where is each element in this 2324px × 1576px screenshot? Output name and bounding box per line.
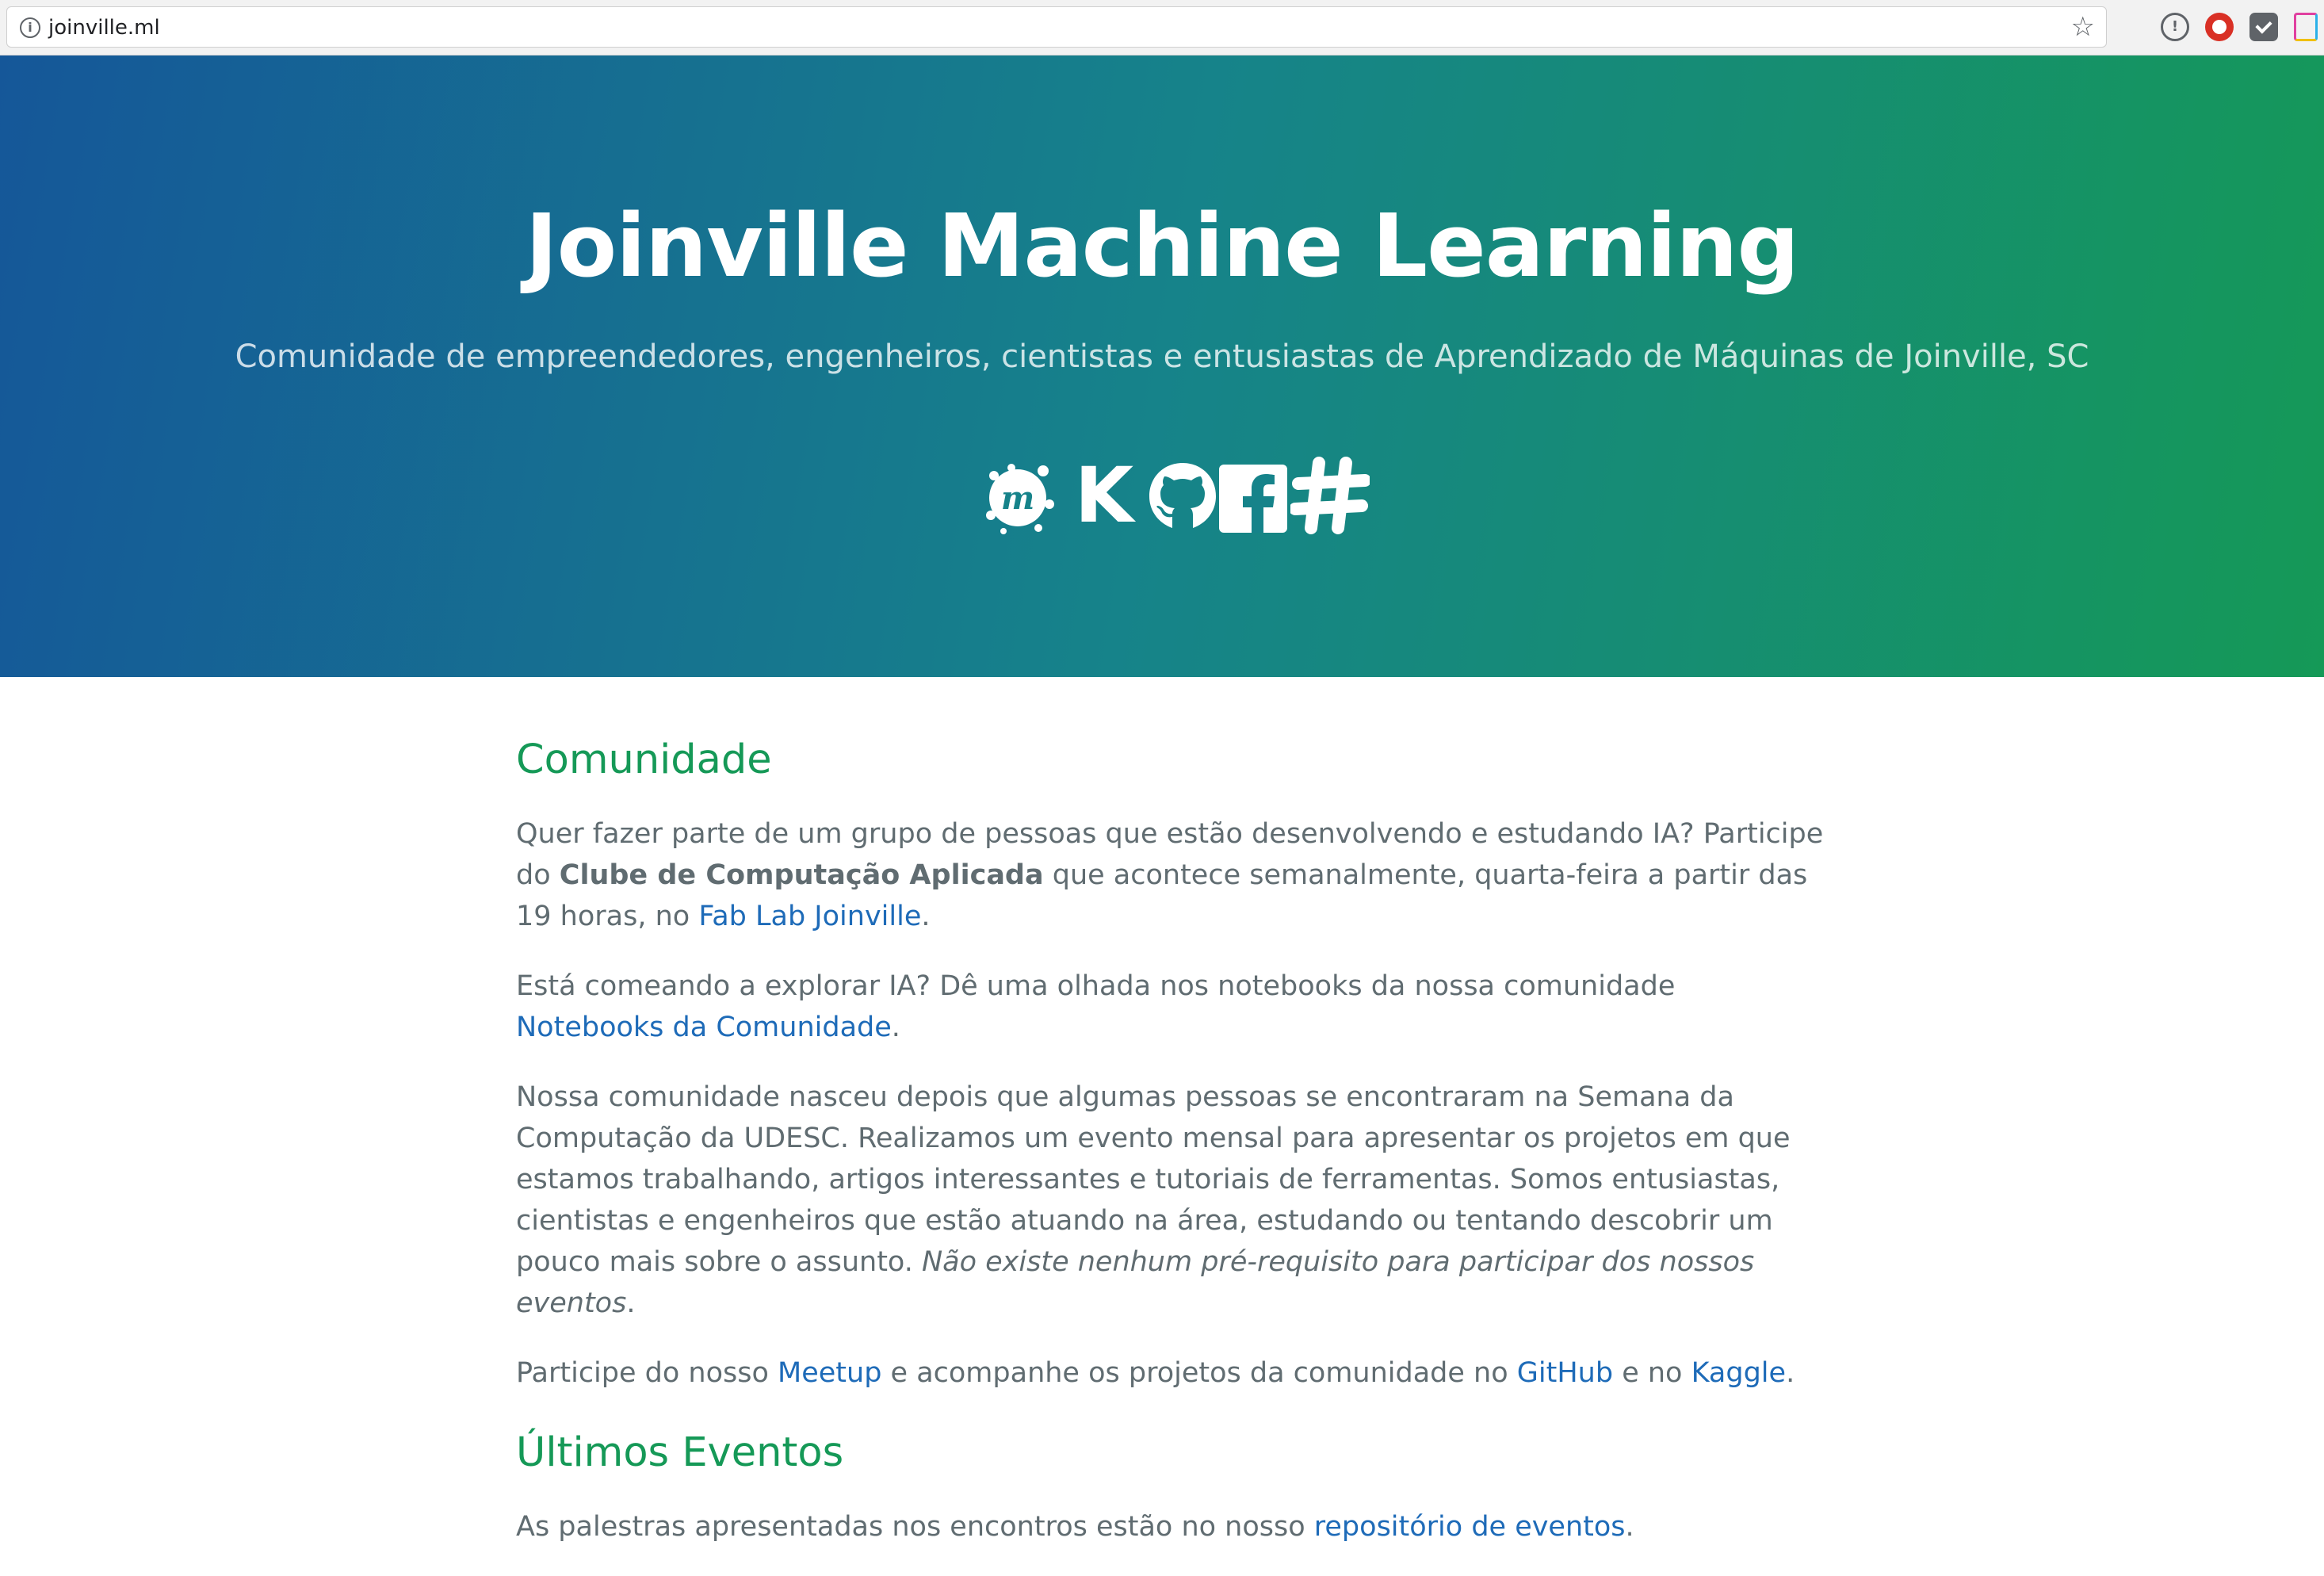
page-title: Joinville Machine Learning: [525, 195, 1800, 296]
notebooks-link[interactable]: Notebooks da Comunidade: [516, 1012, 892, 1043]
slack-icon[interactable]: [1289, 452, 1371, 539]
paragraph-eventos: As palestras apresentadas nos encontros …: [516, 1506, 1825, 1547]
info-icon[interactable]: i: [20, 17, 40, 38]
text: .: [1786, 1357, 1795, 1389]
extension-1password-icon[interactable]: !: [2161, 13, 2189, 41]
text: e no: [1613, 1357, 1691, 1389]
paragraph-notebooks: Está comeando a explorar IA? Dê uma olha…: [516, 966, 1825, 1048]
browser-toolbar: i joinville.ml ☆ !: [0, 0, 2324, 55]
github-link[interactable]: GitHub: [1517, 1357, 1613, 1389]
kaggle-icon[interactable]: K: [1068, 451, 1148, 540]
fablab-link[interactable]: Fab Lab Joinville: [698, 901, 921, 932]
section-heading-eventos: Últimos Eventos: [516, 1429, 844, 1476]
extension-red-icon[interactable]: [2205, 13, 2234, 41]
social-links: m K: [980, 451, 1376, 540]
paragraph-participate: Participe do nosso Meetup e acompanhe os…: [516, 1352, 1825, 1394]
text: .: [891, 1012, 900, 1043]
paragraph-history: Nossa comunidade nasceu depois que algum…: [516, 1077, 1825, 1324]
bookmark-star-icon[interactable]: ☆: [2071, 12, 2095, 42]
text: Participe do nosso: [516, 1357, 778, 1389]
meetup-link[interactable]: Meetup: [778, 1357, 881, 1389]
text: .: [1625, 1511, 1634, 1543]
pocket-icon[interactable]: [2249, 13, 2278, 41]
facebook-icon[interactable]: [1214, 452, 1294, 539]
text: e acompanhe os projetos da comunidade no: [881, 1357, 1517, 1389]
text: .: [921, 901, 931, 932]
url-text[interactable]: joinville.ml: [48, 15, 160, 40]
main-content: Comunidade Quer fazer parte de um grupo …: [516, 677, 1825, 1576]
tagline: Comunidade de empreendedores, engenheiro…: [235, 339, 2089, 375]
text: .: [626, 1287, 636, 1319]
paragraph-clube: Quer fazer parte de um grupo de pessoas …: [516, 813, 1825, 937]
svg-text:m: m: [1001, 480, 1034, 517]
clube-name: Clube de Computação Aplicada: [559, 859, 1044, 891]
extension-colorful-icon[interactable]: [2294, 13, 2318, 41]
section-heading-comunidade: Comunidade: [516, 736, 772, 783]
text: As palestras apresentadas nos encontros …: [516, 1511, 1314, 1543]
meetup-icon[interactable]: m: [980, 452, 1059, 539]
kaggle-link[interactable]: Kaggle: [1691, 1357, 1786, 1389]
svg-text:K: K: [1075, 452, 1137, 539]
eventos-repo-link[interactable]: repositório de eventos: [1314, 1511, 1626, 1543]
text: Está comeando a explorar IA? Dê uma olha…: [516, 970, 1676, 1002]
hero-header: Joinville Machine Learning Comunidade de…: [0, 55, 2324, 677]
github-icon[interactable]: [1143, 452, 1222, 539]
address-bar[interactable]: i joinville.ml ☆: [6, 6, 2107, 48]
